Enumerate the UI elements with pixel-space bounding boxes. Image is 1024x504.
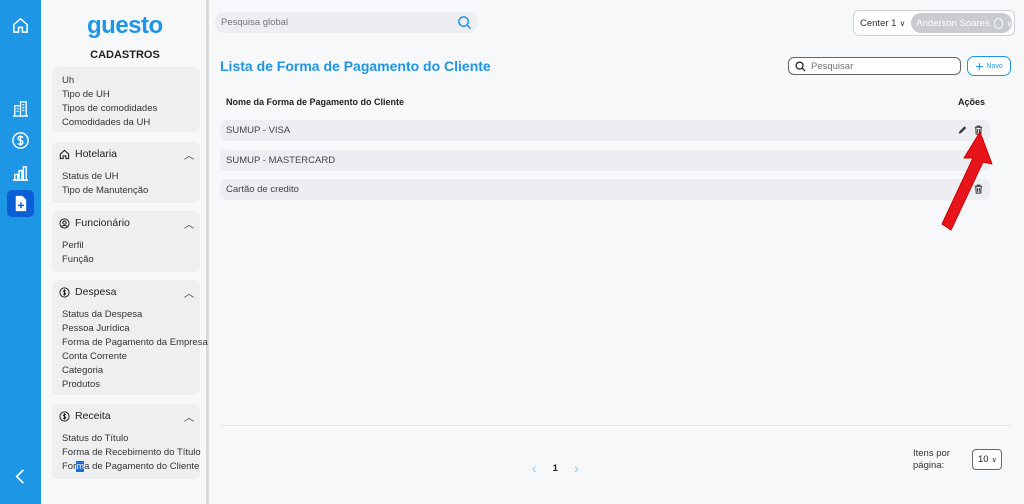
chevron-down-icon: ∨ <box>1006 18 1013 28</box>
sidebar-item-status-do-titulo[interactable]: Status do Título <box>62 432 200 446</box>
sidebar-group-receita: Receita ︿ Status do Título Forma de Rece… <box>52 404 201 479</box>
sidebar-group-header-funcionario[interactable]: Funcionário ︿ <box>52 211 200 235</box>
dollar-icon[interactable] <box>10 130 31 151</box>
chevron-up-icon[interactable]: ︿ <box>184 147 194 162</box>
account-bar: Center 1 ∨ Anderson Soares ∨ <box>853 10 1015 36</box>
text-selection: m <box>76 460 85 472</box>
chevron-left-icon[interactable] <box>10 466 31 487</box>
sidebar: guesto CADASTROS Uh Tipo de UH Tipos de … <box>41 0 209 504</box>
sidebar-item-conta-corrente[interactable]: Conta Corrente <box>62 350 200 364</box>
dollar-circle-icon <box>58 410 70 422</box>
search-icon <box>795 60 806 72</box>
sidebar-item-funcao[interactable]: Função <box>62 253 200 267</box>
table-row: SUMUP - MASTERCARD <box>220 150 990 171</box>
center-label: Center 1 <box>860 17 897 29</box>
new-button[interactable]: + Novo <box>967 56 1011 76</box>
sidebar-group-title: Hotelaria <box>75 148 118 160</box>
sidebar-group-title: Receita <box>75 410 111 422</box>
sidebar-group-title: Funcionário <box>75 217 130 229</box>
sidebar-section-title: CADASTROS <box>90 49 160 61</box>
sidebar-group-header-hotelaria[interactable]: Hotelaria ︿ <box>52 142 200 166</box>
bar-chart-icon[interactable] <box>10 162 31 183</box>
row-name: Cartão de credito <box>226 184 299 195</box>
sidebar-item-forma-pagamento-empresa[interactable]: Forma de Pagamento da Empresa <box>62 336 208 350</box>
chevron-left-icon[interactable]: ‹ <box>532 460 537 476</box>
chevron-up-icon[interactable]: ︿ <box>184 216 194 231</box>
add-document-icon[interactable] <box>7 190 34 217</box>
sidebar-item-produtos[interactable]: Produtos <box>62 378 200 392</box>
row-name: SUMUP - MASTERCARD <box>226 155 336 166</box>
dollar-circle-icon <box>58 286 70 298</box>
sidebar-item-perfil[interactable]: Perfil <box>62 239 200 253</box>
column-header-actions: Ações <box>958 97 986 107</box>
sidebar-item-status-da-despesa[interactable]: Status da Despesa <box>62 308 200 322</box>
sidebar-item-uh[interactable]: Uh <box>62 74 200 88</box>
items-per-page-value: 10 <box>978 454 989 465</box>
plus-icon: + <box>975 58 984 74</box>
sidebar-group-uh: Uh Tipo de UH Tipos de comodidades Comod… <box>52 67 200 132</box>
sidebar-group-title: Despesa <box>75 286 117 298</box>
table-row: Cartão de credito <box>220 179 990 200</box>
global-search <box>215 12 477 33</box>
main-panel: Lista de Forma de Pagamento do Cliente +… <box>212 45 1016 504</box>
sidebar-item-forma-recebimento-titulo[interactable]: Forma de Recebimento do Título <box>62 446 201 460</box>
home-icon <box>58 148 70 160</box>
center-selector[interactable]: Center 1 ∨ <box>860 18 905 29</box>
chevron-right-icon[interactable]: › <box>574 460 579 476</box>
sidebar-item-text: a de Pagamento do Cliente <box>84 460 200 472</box>
logo: guesto <box>87 12 163 39</box>
table-search <box>788 57 961 75</box>
table-row: SUMUP - VISA <box>220 120 990 141</box>
global-search-input[interactable] <box>221 17 441 28</box>
new-button-label: Novo <box>986 62 1003 70</box>
app-rail <box>0 0 41 504</box>
sidebar-group-hotelaria: Hotelaria ︿ Status de UH Tipo de Manuten… <box>52 142 200 203</box>
sidebar-item-tipo-de-manutencao[interactable]: Tipo de Manutenção <box>62 184 200 198</box>
sidebar-item-comodidades-da-uh[interactable]: Comodidades da UH <box>62 116 200 130</box>
page-title: Lista de Forma de Pagamento do Cliente <box>220 58 491 74</box>
chevron-down-icon: ∨ <box>991 456 997 464</box>
items-per-page-label: Itens por página: <box>913 448 950 471</box>
user-name: Anderson Soares <box>916 17 990 29</box>
user-menu[interactable]: Anderson Soares ∨ <box>911 13 1013 33</box>
sidebar-item-status-de-uh[interactable]: Status de UH <box>62 170 200 184</box>
user-circle-icon <box>58 217 70 229</box>
search-icon[interactable] <box>457 15 472 30</box>
sidebar-item-tipos-de-comodidades[interactable]: Tipos de comodidades <box>62 102 200 116</box>
chevron-down-icon: ∨ <box>899 18 906 28</box>
sidebar-item-tipo-de-uh[interactable]: Tipo de UH <box>62 88 200 102</box>
annotation-arrow-icon <box>941 131 993 231</box>
pagination: ‹ 1 › <box>532 460 579 476</box>
row-name: SUMUP - VISA <box>226 125 291 136</box>
chevron-up-icon[interactable]: ︿ <box>184 285 194 300</box>
home-icon[interactable] <box>10 15 31 36</box>
column-header-name: Nome da Forma de Pagamento do Cliente <box>226 97 405 107</box>
sidebar-item-forma-pagamento-cliente[interactable]: Forma de Pagamento do Cliente <box>62 460 200 474</box>
sidebar-group-header-despesa[interactable]: Despesa ︿ <box>52 280 200 304</box>
page-number[interactable]: 1 <box>553 463 558 474</box>
sidebar-item-text: For <box>62 460 77 472</box>
sidebar-item-pessoa-juridica[interactable]: Pessoa Jurídica <box>62 322 200 336</box>
sidebar-item-categoria[interactable]: Categoria <box>62 364 200 378</box>
items-per-page-select[interactable]: 10 ∨ <box>972 449 1002 470</box>
search-input[interactable] <box>811 60 951 72</box>
sidebar-group-despesa: Despesa ︿ Status da Despesa Pessoa Juríd… <box>52 280 208 395</box>
sidebar-group-funcionario: Funcionário ︿ Perfil Função <box>52 211 200 272</box>
avatar-icon <box>993 17 1004 29</box>
buildings-icon[interactable] <box>10 98 31 119</box>
chevron-up-icon[interactable]: ︿ <box>184 409 194 424</box>
divider <box>220 425 1010 426</box>
sidebar-group-header-receita[interactable]: Receita ︿ <box>52 404 200 428</box>
